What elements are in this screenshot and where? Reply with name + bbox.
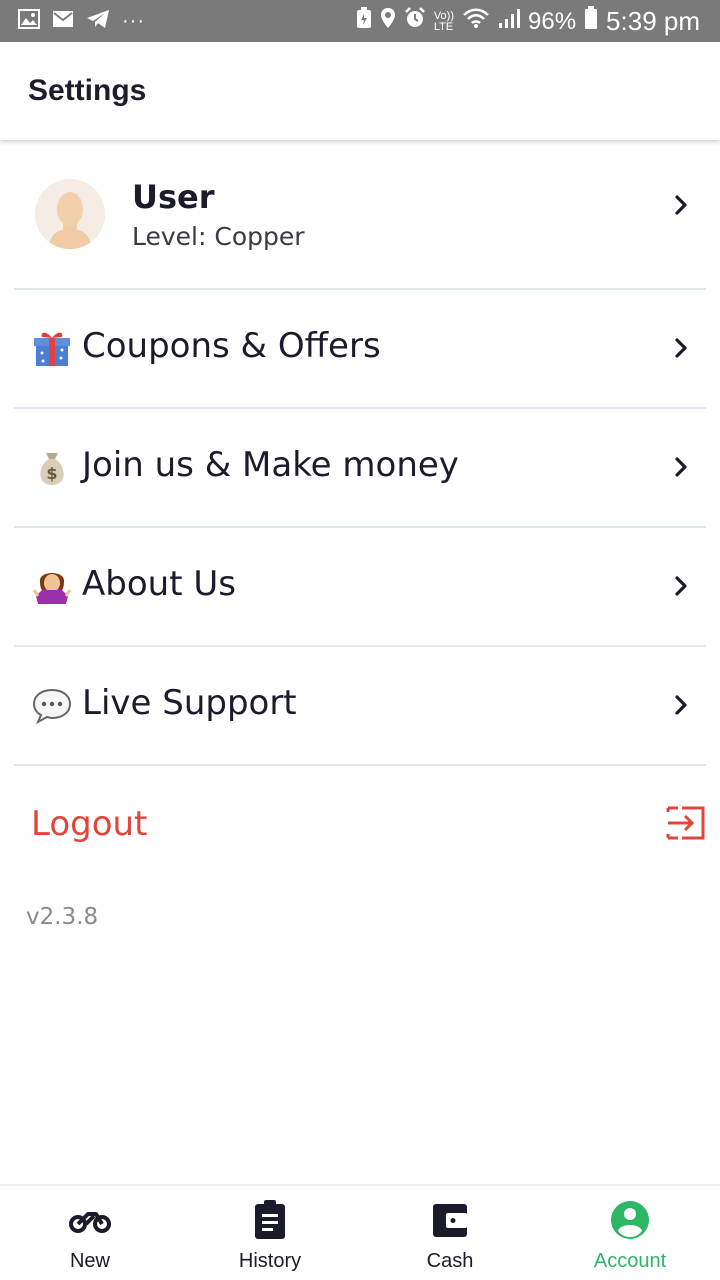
svg-text:$: $ (46, 464, 57, 483)
signal-icon (498, 7, 520, 36)
menu-item-label: Join us & Make money (82, 445, 459, 485)
chevron-right-icon (675, 338, 687, 358)
menu-item-join-us[interactable]: $ Join us & Make money (14, 409, 706, 528)
app-version: v2.3.8 (26, 904, 99, 930)
nav-tab-label: History (238, 1250, 302, 1272)
app-header: Settings (0, 42, 720, 140)
menu-item-label: Live Support (82, 683, 297, 723)
motorcycle-icon (69, 1212, 111, 1233)
clock: 5:39 pm (606, 6, 700, 36)
battery-percentage: 96% (528, 7, 577, 35)
wifi-icon (462, 7, 490, 36)
person-shrugging-icon (32, 573, 72, 604)
location-icon (380, 7, 396, 36)
menu-item-label: About Us (82, 564, 236, 604)
page-title: Settings (28, 74, 147, 107)
status-bar: ··· Vo)) LTE 96% 5:39 pm (0, 0, 720, 42)
chevron-right-icon (675, 457, 687, 477)
bottom-navigation: New History Cash Account (0, 1184, 720, 1280)
account-icon (611, 1201, 649, 1239)
nav-tab-history[interactable]: History (180, 1186, 360, 1280)
chevron-right-icon (675, 576, 687, 596)
logout-icon (666, 806, 705, 840)
menu-item-label: Coupons & Offers (82, 326, 381, 366)
wallet-icon (433, 1204, 467, 1237)
menu-item-live-support[interactable]: Live Support (14, 647, 706, 766)
profile-row[interactable]: User Level: Copper (14, 142, 706, 290)
speech-bubble-icon (32, 688, 72, 725)
volte-icon: Vo)) LTE (433, 9, 454, 33)
logout-label: Logout (31, 804, 148, 844)
profile-name: User (132, 178, 215, 216)
chevron-right-icon (675, 695, 687, 715)
battery-icon (584, 6, 598, 37)
alarm-icon (404, 7, 426, 36)
menu-item-coupons[interactable]: Coupons & Offers (14, 290, 706, 409)
clipboard-icon (255, 1200, 285, 1239)
battery-saver-icon (356, 7, 372, 36)
more-notifications-icon: ··· (122, 10, 145, 32)
nav-tab-cash[interactable]: Cash (360, 1186, 540, 1280)
chevron-right-icon (675, 195, 687, 215)
gallery-icon (18, 9, 40, 34)
avatar (35, 179, 105, 249)
telegram-icon (86, 9, 110, 34)
nav-tab-label: New (69, 1250, 110, 1272)
money-bag-icon: $ (40, 453, 64, 485)
profile-level: Level: Copper (132, 222, 305, 251)
menu-item-about-us[interactable]: About Us (14, 528, 706, 647)
mail-icon (52, 10, 74, 33)
nav-tab-new[interactable]: New (0, 1186, 180, 1280)
nav-tab-label: Cash (426, 1250, 474, 1272)
gift-icon (34, 332, 70, 366)
nav-tab-label: Account (593, 1250, 667, 1272)
nav-tab-account[interactable]: Account (540, 1186, 720, 1280)
logout-button[interactable]: Logout (14, 768, 706, 886)
